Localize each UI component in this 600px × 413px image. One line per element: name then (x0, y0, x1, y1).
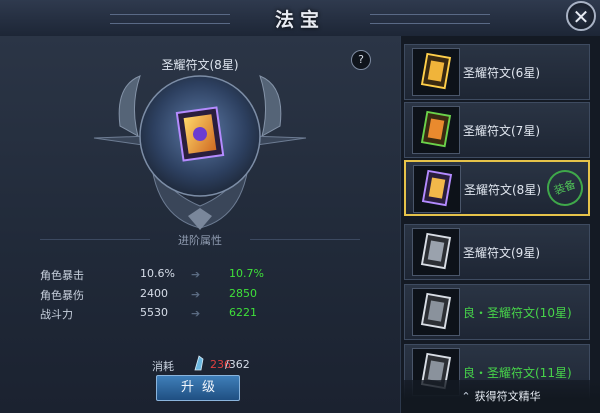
attribute-current: 5530 (140, 306, 168, 319)
attribute-current: 10.6% (140, 267, 175, 280)
rune-purple-icon (413, 165, 461, 213)
item-emblem (93, 75, 307, 230)
list-item-selected[interactable]: 圣耀符文(8星) 装备 (404, 160, 590, 216)
attribute-label: 战斗力 (40, 308, 73, 321)
rune-gold-icon (412, 48, 460, 96)
list-item[interactable]: 良・圣耀符文(10星) (404, 284, 590, 340)
cost-required: /362 (225, 358, 250, 371)
equipped-badge: 装备 (541, 164, 589, 212)
title-ornament-right (370, 14, 490, 24)
divider-right (250, 239, 360, 240)
rune-list-panel: 圣耀符文(6星) 圣耀符文(7星) 圣耀符文(8星) 装备 圣耀符文(9星) 良… (400, 36, 600, 413)
title-bar: 法宝 ✕ (0, 0, 600, 37)
window-title: 法宝 (274, 9, 325, 31)
list-item-name: 圣耀符文(9星) (463, 246, 540, 260)
attribute-current: 2400 (140, 287, 168, 300)
list-item-name: 圣耀符文(7星) (463, 124, 540, 138)
attribute-row: 战斗力 5530 ➔ 6221 (0, 306, 400, 324)
detail-panel: 圣耀符文(8星) ? 进阶属性 角色暴击 10.6% ➔ 10.7% 角色暴伤 … (0, 36, 400, 413)
rune-icon (175, 106, 225, 162)
rune-essence-icon (194, 355, 204, 371)
chevron-up-icon: ⌃ (461, 390, 471, 403)
list-item-name: 良・圣耀符文(10星) (463, 306, 572, 320)
list-item[interactable]: 圣耀符文(7星) (404, 102, 590, 158)
obtain-essence-label: 获得符文精华 (474, 390, 541, 403)
upgrade-cost: 消耗 236 /362 (152, 355, 250, 374)
close-button[interactable]: ✕ (566, 1, 596, 31)
list-item[interactable]: 圣耀符文(9星) (404, 224, 590, 280)
upgrade-button[interactable]: 升级 (156, 375, 240, 401)
list-item-name: 良・圣耀符文(11星) (463, 366, 572, 380)
attribute-label: 角色暴伤 (40, 289, 84, 302)
list-item[interactable]: 圣耀符文(6星) (404, 44, 590, 100)
arrow-right-icon: ➔ (191, 268, 201, 281)
attribute-row: 角色暴击 10.6% ➔ 10.7% (0, 267, 400, 285)
arrow-right-icon: ➔ (191, 307, 201, 320)
rune-gold-icon (412, 106, 460, 154)
help-button[interactable]: ? (351, 50, 371, 70)
attribute-next: 10.7% (229, 267, 264, 280)
close-icon: ✕ (572, 5, 590, 29)
attribute-row: 角色暴伤 2400 ➔ 2850 (0, 287, 400, 305)
list-item-name: 圣耀符文(8星) (464, 183, 541, 197)
list-item-name: 圣耀符文(6星) (463, 66, 540, 80)
arrow-right-icon: ➔ (191, 288, 201, 301)
rune-silver-icon (412, 228, 460, 276)
attribute-label: 角色暴击 (40, 269, 84, 282)
cost-label: 消耗 (152, 360, 174, 373)
rune-silver-icon (412, 288, 460, 336)
section-title: 进阶属性 (178, 234, 222, 247)
attribute-next: 6221 (229, 306, 257, 319)
question-icon: ? (358, 53, 364, 66)
attribute-next: 2850 (229, 287, 257, 300)
obtain-essence-button[interactable]: ⌃ 获得符文精华 (401, 380, 600, 413)
